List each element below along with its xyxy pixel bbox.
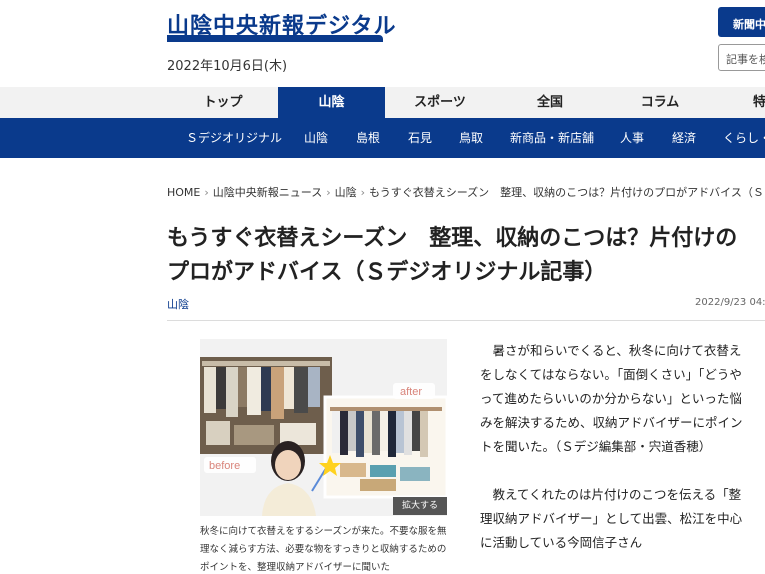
photo-caption: 秋冬に向けて衣替えをするシーズンが来た。不要な服を無理なく減らす方法、必要な物を…: [200, 526, 447, 573]
sub-nav-item-economy[interactable]: 経済: [672, 118, 696, 158]
main-nav-item-national[interactable]: 全国: [495, 87, 605, 118]
current-date: 2022年10月6日(木): [167, 59, 288, 74]
breadcrumb-home[interactable]: HOME: [167, 186, 200, 199]
breadcrumb-separator-icon: ›: [204, 186, 209, 199]
sub-nav-item-personnel[interactable]: 人事: [620, 118, 644, 158]
article-title: もうすぐ衣替えシーズン 整理、収納のこつは？片付けの プロがアドバイス（Ｓデジオ…: [167, 222, 765, 290]
sub-nav-item-tottori[interactable]: 鳥取: [459, 118, 483, 158]
main-nav-item-sports[interactable]: スポーツ: [385, 87, 495, 118]
sub-nav: Ｓデジオリジナル 山陰 島根 石見 鳥取 新商品・新店舗 人事 経済 くらし・: [0, 118, 765, 158]
main-nav-item-column[interactable]: コラム: [605, 87, 715, 118]
article-body: 暑さが和らいでくると、秋冬に向けて衣替えをしなくてはならない。「面倒くさい」「ど…: [480, 339, 745, 574]
article-published-date: 2022/9/23 04:01: [695, 297, 765, 308]
photo-label-after: after: [400, 386, 422, 398]
article-paragraph: 教えてくれたのは片付けのこつを伝える「整理収納アドバイザー」として出雲、松江を中…: [480, 487, 743, 550]
main-nav-item-special[interactable]: 特: [715, 87, 765, 118]
logo-underline: [167, 35, 383, 42]
divider: [167, 320, 765, 321]
breadcrumb-current: もうすぐ衣替えシーズン 整理、収納のこつは？片付けのプロがアドバイス（Ｓ…: [369, 186, 765, 199]
article-photo[interactable]: after before: [200, 339, 447, 516]
search-input[interactable]: 記事を検: [718, 44, 765, 71]
article-paragraph: 暑さが和らいでくると、秋冬に向けて衣替えをしなくてはならない。「面倒くさい」「ど…: [480, 343, 743, 454]
breadcrumb-separator-icon: ›: [360, 186, 366, 199]
sub-nav-item-sanin[interactable]: 山陰: [304, 118, 328, 158]
sub-nav-item-sdigi-original[interactable]: Ｓデジオリジナル: [186, 118, 282, 158]
sub-nav-item-iwami[interactable]: 石見: [408, 118, 432, 158]
main-nav-item-top[interactable]: トップ: [168, 87, 278, 118]
subscribe-button[interactable]: 新聞中: [718, 7, 765, 37]
article-title-line2: プロがアドバイス（Ｓデジオリジナル記事）: [167, 260, 607, 285]
sub-nav-item-new-products[interactable]: 新商品・新店舗: [510, 118, 594, 158]
breadcrumb-news[interactable]: 山陰中央新報ニュース: [213, 186, 322, 199]
breadcrumb-separator-icon: ›: [326, 186, 331, 199]
expand-image-button[interactable]: 拡大する: [393, 497, 447, 515]
sub-nav-item-shimane[interactable]: 島根: [356, 118, 380, 158]
closet-before-after-image: after before: [200, 339, 447, 516]
photo-label-before: before: [209, 460, 240, 472]
article-category[interactable]: 山陰: [167, 296, 189, 312]
breadcrumb: HOME › 山陰中央新報ニュース › 山陰 › もうすぐ衣替えシーズン 整理、収納のこつは…: [167, 184, 765, 200]
main-nav: トップ 山陰 スポーツ 全国 コラム 特: [0, 87, 765, 118]
main-nav-item-sanin[interactable]: 山陰: [278, 87, 385, 118]
breadcrumb-sanin[interactable]: 山陰: [335, 186, 357, 199]
article-title-line1: もうすぐ衣替えシーズン 整理、収納のこつは？片付けの: [167, 226, 738, 251]
sub-nav-item-living[interactable]: くらし・: [723, 118, 765, 158]
